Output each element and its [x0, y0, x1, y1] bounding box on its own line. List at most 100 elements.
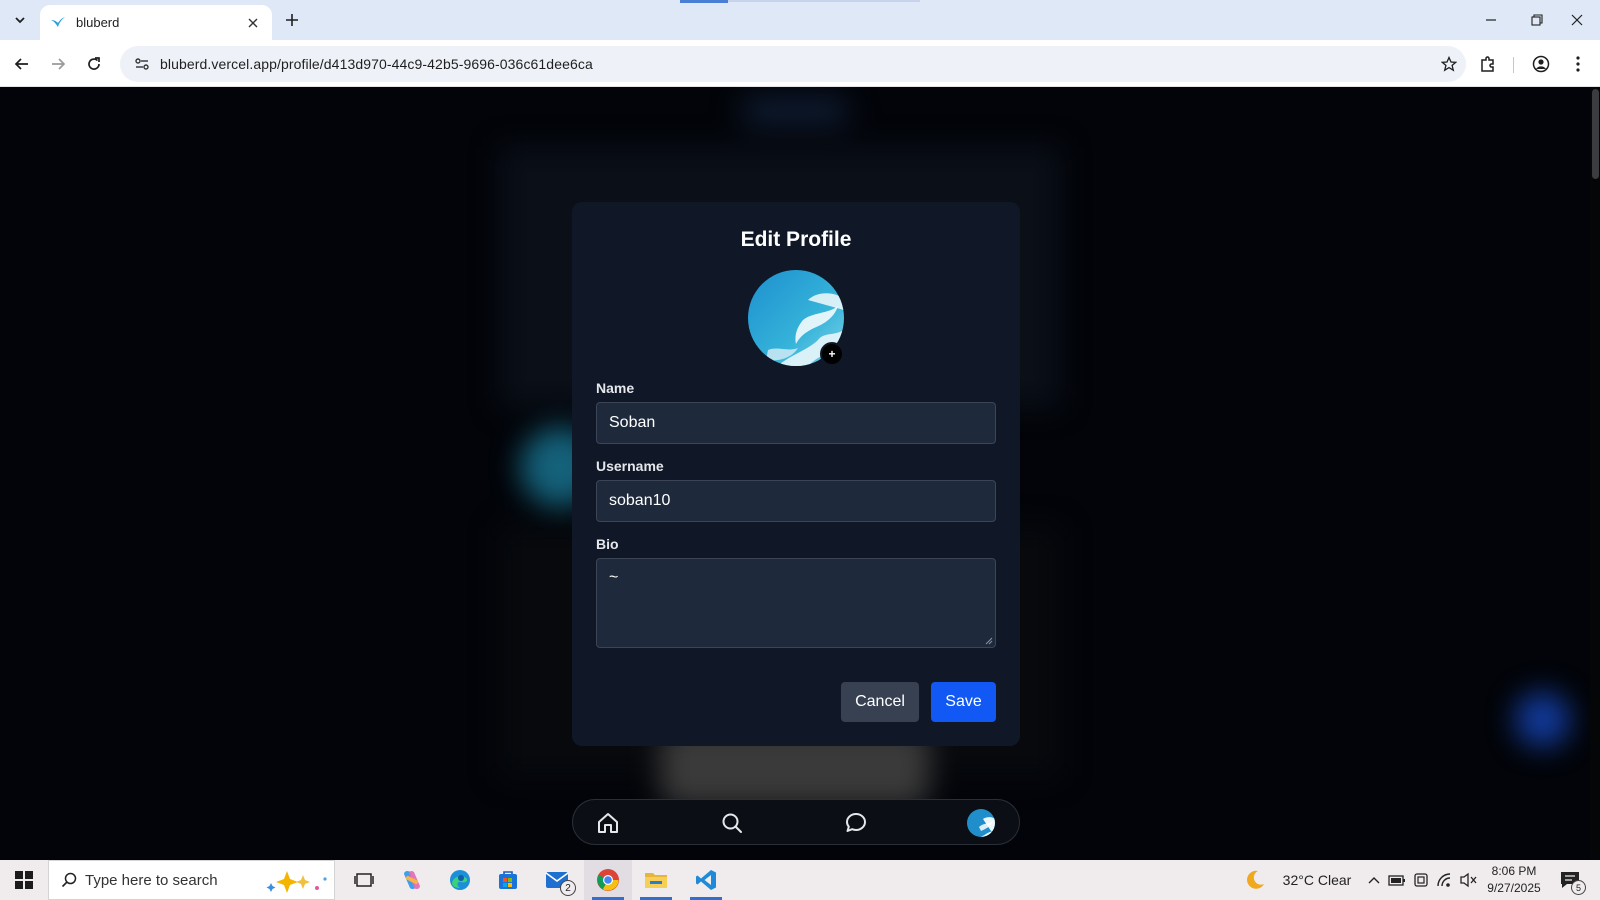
- battery-icon: [1388, 875, 1405, 886]
- tab-strip-indicator: [680, 0, 728, 3]
- page-content: Edit Profile + Name Soban Username soban…: [0, 87, 1600, 860]
- profile-button[interactable]: [1527, 50, 1555, 78]
- minimize-icon: [1486, 19, 1496, 21]
- close-window-button[interactable]: [1554, 0, 1600, 40]
- resize-grip-icon[interactable]: [985, 637, 993, 645]
- store-app[interactable]: [488, 860, 528, 900]
- restore-icon: [1531, 14, 1543, 26]
- search-placeholder: Type here to search: [85, 871, 218, 889]
- toolbar-separator: [1513, 57, 1514, 73]
- clock-time: 8:06 PM: [1491, 864, 1537, 878]
- forward-button[interactable]: [44, 50, 72, 78]
- mail-app[interactable]: 2: [536, 860, 580, 900]
- tab-strip: bluberd: [0, 0, 1600, 40]
- name-input[interactable]: Soban: [596, 402, 996, 444]
- username-input[interactable]: soban10: [596, 480, 996, 522]
- account-icon: [1532, 55, 1550, 73]
- tab-close-icon[interactable]: [244, 14, 262, 32]
- notification-center-button[interactable]: 5: [1550, 860, 1590, 900]
- task-view-button[interactable]: [344, 860, 384, 900]
- arrow-right-icon: [52, 58, 66, 70]
- modal-title: Edit Profile: [740, 228, 852, 251]
- cancel-button[interactable]: Cancel: [841, 682, 919, 722]
- edge-icon: [450, 870, 470, 890]
- weather-text[interactable]: 32°C Clear: [1272, 860, 1362, 900]
- puzzle-icon: [1481, 56, 1494, 72]
- browser-menu-button[interactable]: [1564, 50, 1592, 78]
- windows-logo-icon: [15, 871, 33, 889]
- username-label: Username: [596, 458, 664, 474]
- show-hidden-icons-button[interactable]: [1364, 860, 1384, 900]
- vscode-app[interactable]: [682, 860, 730, 900]
- notification-count-badge: 5: [1571, 880, 1586, 895]
- file-explorer-app[interactable]: [632, 860, 680, 900]
- nav-home[interactable]: [595, 810, 621, 836]
- scrollbar-thumb[interactable]: [1592, 89, 1599, 179]
- edit-profile-modal: Edit Profile + Name Soban Username soban…: [572, 202, 1020, 746]
- bookmark-star-icon[interactable]: [1432, 56, 1466, 72]
- home-icon: [598, 813, 618, 833]
- url-text[interactable]: bluberd.vercel.app/profile/d413d970-44c9…: [160, 56, 1432, 72]
- chrome-app[interactable]: [584, 860, 632, 900]
- camera-icon: [1414, 873, 1428, 887]
- nav-search[interactable]: [719, 810, 745, 836]
- arrow-left-icon: [14, 58, 28, 70]
- volume-tray-icon[interactable]: [1458, 860, 1480, 900]
- address-bar[interactable]: bluberd.vercel.app/profile/d413d970-44c9…: [120, 46, 1466, 82]
- chevron-up-icon: [1368, 877, 1380, 884]
- speaker-muted-icon: [1460, 872, 1477, 888]
- site-info-icon[interactable]: [124, 56, 160, 72]
- taskbar-search[interactable]: Type here to search: [48, 860, 335, 900]
- moon-icon: [1247, 870, 1264, 889]
- chrome-icon: [597, 869, 619, 891]
- close-icon: [1571, 14, 1583, 26]
- tab-search-dropdown-button[interactable]: [8, 8, 32, 32]
- folder-icon: [645, 873, 667, 888]
- nav-messages[interactable]: [843, 810, 869, 836]
- copilot-app[interactable]: [392, 860, 432, 900]
- sparkle-icon: [266, 871, 327, 893]
- clock-date: 9/27/2025: [1487, 881, 1541, 895]
- copilot-icon: [404, 870, 420, 890]
- bird-favicon-icon: [51, 16, 65, 27]
- weather-widget-icon[interactable]: [1238, 860, 1272, 900]
- edge-app[interactable]: [440, 860, 480, 900]
- bio-textarea[interactable]: ~: [596, 558, 996, 648]
- bio-label: Bio: [596, 536, 619, 552]
- nav-profile-avatar[interactable]: [967, 809, 995, 837]
- chevron-down-icon: [15, 17, 25, 24]
- windows-taskbar: Type here to search 2 32°C Clear 8:06 PM…: [0, 860, 1600, 900]
- bio-text: ~: [609, 569, 619, 586]
- meet-now-tray-icon[interactable]: [1410, 860, 1432, 900]
- more-vertical-icon: [1576, 56, 1580, 72]
- page-scrollbar[interactable]: [1590, 87, 1600, 860]
- wifi-icon: [1437, 873, 1451, 887]
- task-view-icon: [354, 873, 374, 887]
- store-icon: [499, 871, 517, 889]
- chat-icon: [846, 813, 866, 832]
- browser-toolbar: bluberd.vercel.app/profile/d413d970-44c9…: [0, 40, 1600, 87]
- tab-strip-indicator-track: [728, 0, 920, 2]
- plus-icon: [286, 14, 298, 26]
- minimize-button[interactable]: [1468, 0, 1514, 40]
- network-tray-icon[interactable]: [1434, 860, 1456, 900]
- new-tab-button[interactable]: [280, 8, 304, 32]
- name-label: Name: [596, 380, 635, 396]
- search-icon: [722, 813, 742, 833]
- back-button[interactable]: [8, 50, 36, 78]
- tab-title: bluberd: [76, 15, 120, 30]
- extensions-button[interactable]: [1474, 50, 1502, 78]
- start-button[interactable]: [0, 860, 48, 900]
- save-button[interactable]: Save: [931, 682, 996, 722]
- reload-icon: [88, 57, 100, 70]
- add-photo-button[interactable]: +: [820, 342, 844, 366]
- avatar-upload[interactable]: +: [748, 270, 844, 366]
- battery-tray-icon[interactable]: [1386, 860, 1408, 900]
- vscode-icon: [696, 870, 716, 890]
- search-icon: [61, 872, 77, 888]
- browser-tab[interactable]: bluberd: [40, 5, 272, 40]
- mail-badge: 2: [560, 880, 576, 896]
- reload-button[interactable]: [80, 50, 108, 78]
- taskbar-clock[interactable]: 8:06 PM 9/27/2025: [1484, 863, 1544, 897]
- bottom-nav: [572, 799, 1020, 845]
